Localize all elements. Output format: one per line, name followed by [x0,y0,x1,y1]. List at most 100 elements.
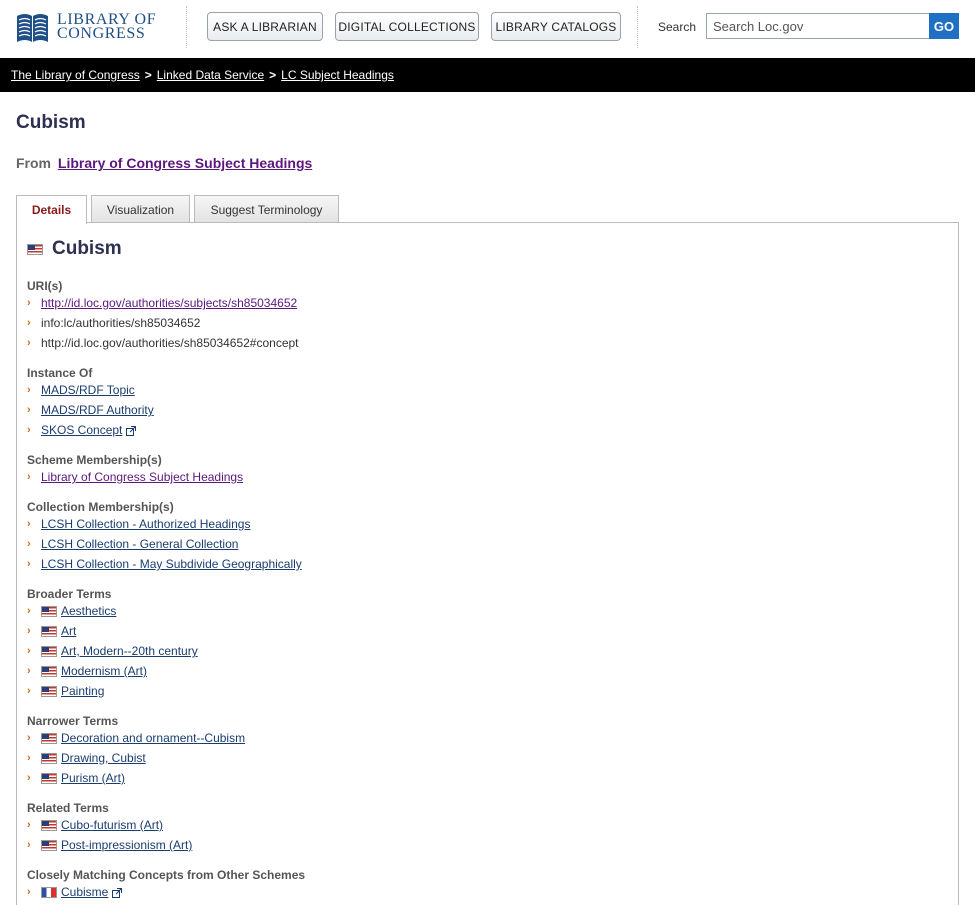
chevron-right-icon: › [27,558,31,570]
us-flag-icon [27,243,43,255]
chevron-right-icon: › [27,819,31,831]
list-item: › Modernism (Art) [27,663,147,679]
chevron-right-icon: › [27,752,31,764]
list-item: › MADS/RDF Topic [27,382,135,398]
related-term-link[interactable]: Post-impressionism (Art) [61,838,192,852]
narrower-term-link[interactable]: Drawing, Cubist [61,751,146,765]
list-item: › Art [27,623,76,639]
library-catalogs-button[interactable]: LIBRARY CATALOGS [491,12,621,41]
logo-wordmark: LIBRARY OF CONGRESS [57,12,156,42]
list-item: › Library of Congress Subject Headings [27,469,243,485]
scheme-link[interactable]: Library of Congress Subject Headings [41,470,243,484]
external-link-icon [126,425,137,436]
related-term-link[interactable]: Cubo-futurism (Art) [61,818,163,832]
collection-link[interactable]: LCSH Collection - Authorized Headings [41,517,250,531]
chevron-right-icon: › [27,645,31,657]
list-item: › LCSH Collection - Authorized Headings [27,516,250,532]
list-item: › Decoration and ornament--Cubism [27,730,245,746]
narrower-term-link[interactable]: Purism (Art) [61,771,125,785]
breadcrumb-linked-data-service[interactable]: Linked Data Service [157,68,264,82]
list-item: › http://id.loc.gov/authorities/sh8503465… [27,335,299,351]
list-item: › Drawing, Cubist [27,750,146,766]
section-title-scheme: Scheme Membership(s) [27,453,162,467]
section-title-closely-matching: Closely Matching Concepts from Other Sch… [27,868,306,882]
digital-collections-button[interactable]: DIGITAL COLLECTIONS [335,12,479,41]
us-flag-icon [41,772,57,784]
broader-term-link[interactable]: Aesthetics [61,604,116,618]
tab-suggest-terminology[interactable]: Suggest Terminology [194,195,339,223]
chevron-right-icon: › [27,732,31,744]
ask-a-librarian-button[interactable]: ASK A LIBRARIAN [207,12,323,41]
uri-text: info:lc/authorities/sh85034652 [41,316,201,330]
list-item: › Cubisme [27,884,123,900]
list-item: › Cubo-futurism (Art) [27,817,163,833]
search-input[interactable] [706,13,929,39]
concept-heading: Cubism [27,238,122,260]
search-label: Search [658,20,697,34]
instance-link[interactable]: MADS/RDF Topic [41,383,135,397]
uri-link[interactable]: http://id.loc.gov/authorities/subjects/s… [41,296,297,310]
us-flag-icon [41,625,57,637]
broader-term-link[interactable]: Art [61,624,76,638]
from-scheme-link[interactable]: Library of Congress Subject Headings [58,155,312,171]
chevron-right-icon: › [27,538,31,550]
broader-term-link[interactable]: Painting [61,684,104,698]
list-item: › Aesthetics [27,603,116,619]
chevron-right-icon: › [27,337,31,349]
breadcrumb-separator: > [269,68,277,82]
us-flag-icon [41,685,57,697]
chevron-right-icon: › [27,886,31,898]
us-flag-icon [41,732,57,744]
us-flag-icon [41,645,57,657]
broader-term-link[interactable]: Modernism (Art) [61,664,147,678]
from-line: From Library of Congress Subject Heading… [16,155,312,171]
list-item: › info:lc/authorities/sh85034652 [27,315,200,331]
broader-term-link[interactable]: Art, Modern--20th century [61,644,198,658]
breadcrumb-separator: > [144,68,152,82]
breadcrumb-library-of-congress[interactable]: The Library of Congress [11,68,140,82]
tab-details[interactable]: Details [16,195,87,224]
page-title: Cubism [16,112,86,133]
list-item: › MADS/RDF Authority [27,402,154,418]
instance-link[interactable]: SKOS Concept [41,423,122,437]
chevron-right-icon: › [27,424,31,436]
list-item: › Post-impressionism (Art) [27,837,192,853]
us-flag-icon [41,605,57,617]
collection-link[interactable]: LCSH Collection - General Collection [41,537,238,551]
chevron-right-icon: › [27,471,31,483]
collection-link[interactable]: LCSH Collection - May Subdivide Geograph… [41,557,302,571]
chevron-right-icon: › [27,665,31,677]
list-item: › Art, Modern--20th century [27,643,198,659]
instance-link[interactable]: MADS/RDF Authority [41,403,154,417]
chevron-right-icon: › [27,839,31,851]
chevron-right-icon: › [27,404,31,416]
section-title-instance-of: Instance Of [27,366,93,380]
us-flag-icon [41,752,57,764]
list-item: › SKOS Concept [27,422,137,438]
book-logo-icon [16,12,49,43]
tab-visualization[interactable]: Visualization [91,195,190,223]
french-flag-icon [41,886,57,898]
chevron-right-icon: › [27,384,31,396]
list-item: › LCSH Collection - May Subdivide Geograp… [27,556,302,572]
search-go-button[interactable]: GO [929,13,959,39]
library-of-congress-logo[interactable]: LIBRARY OF CONGRESS [16,11,161,43]
breadcrumb: The Library of Congress > Linked Data Se… [0,58,975,92]
chevron-right-icon: › [27,297,31,309]
us-flag-icon [41,839,57,851]
header-divider [637,6,638,48]
list-item: › http://id.loc.gov/authorities/subjects/… [27,295,297,311]
concept-heading-text: Cubism [52,238,122,259]
closely-matching-link[interactable]: Cubisme [61,885,108,899]
breadcrumb-lc-subject-headings[interactable]: LC Subject Headings [281,68,394,82]
external-link-icon [112,887,123,898]
from-label: From [16,155,51,171]
narrower-term-link[interactable]: Decoration and ornament--Cubism [61,731,245,745]
section-title-related: Related Terms [27,801,109,815]
header-divider [186,6,187,48]
chevron-right-icon: › [27,317,31,329]
list-item: › Painting [27,683,104,699]
us-flag-icon [41,819,57,831]
chevron-right-icon: › [27,605,31,617]
uri-text: http://id.loc.gov/authorities/sh85034652… [41,336,299,350]
